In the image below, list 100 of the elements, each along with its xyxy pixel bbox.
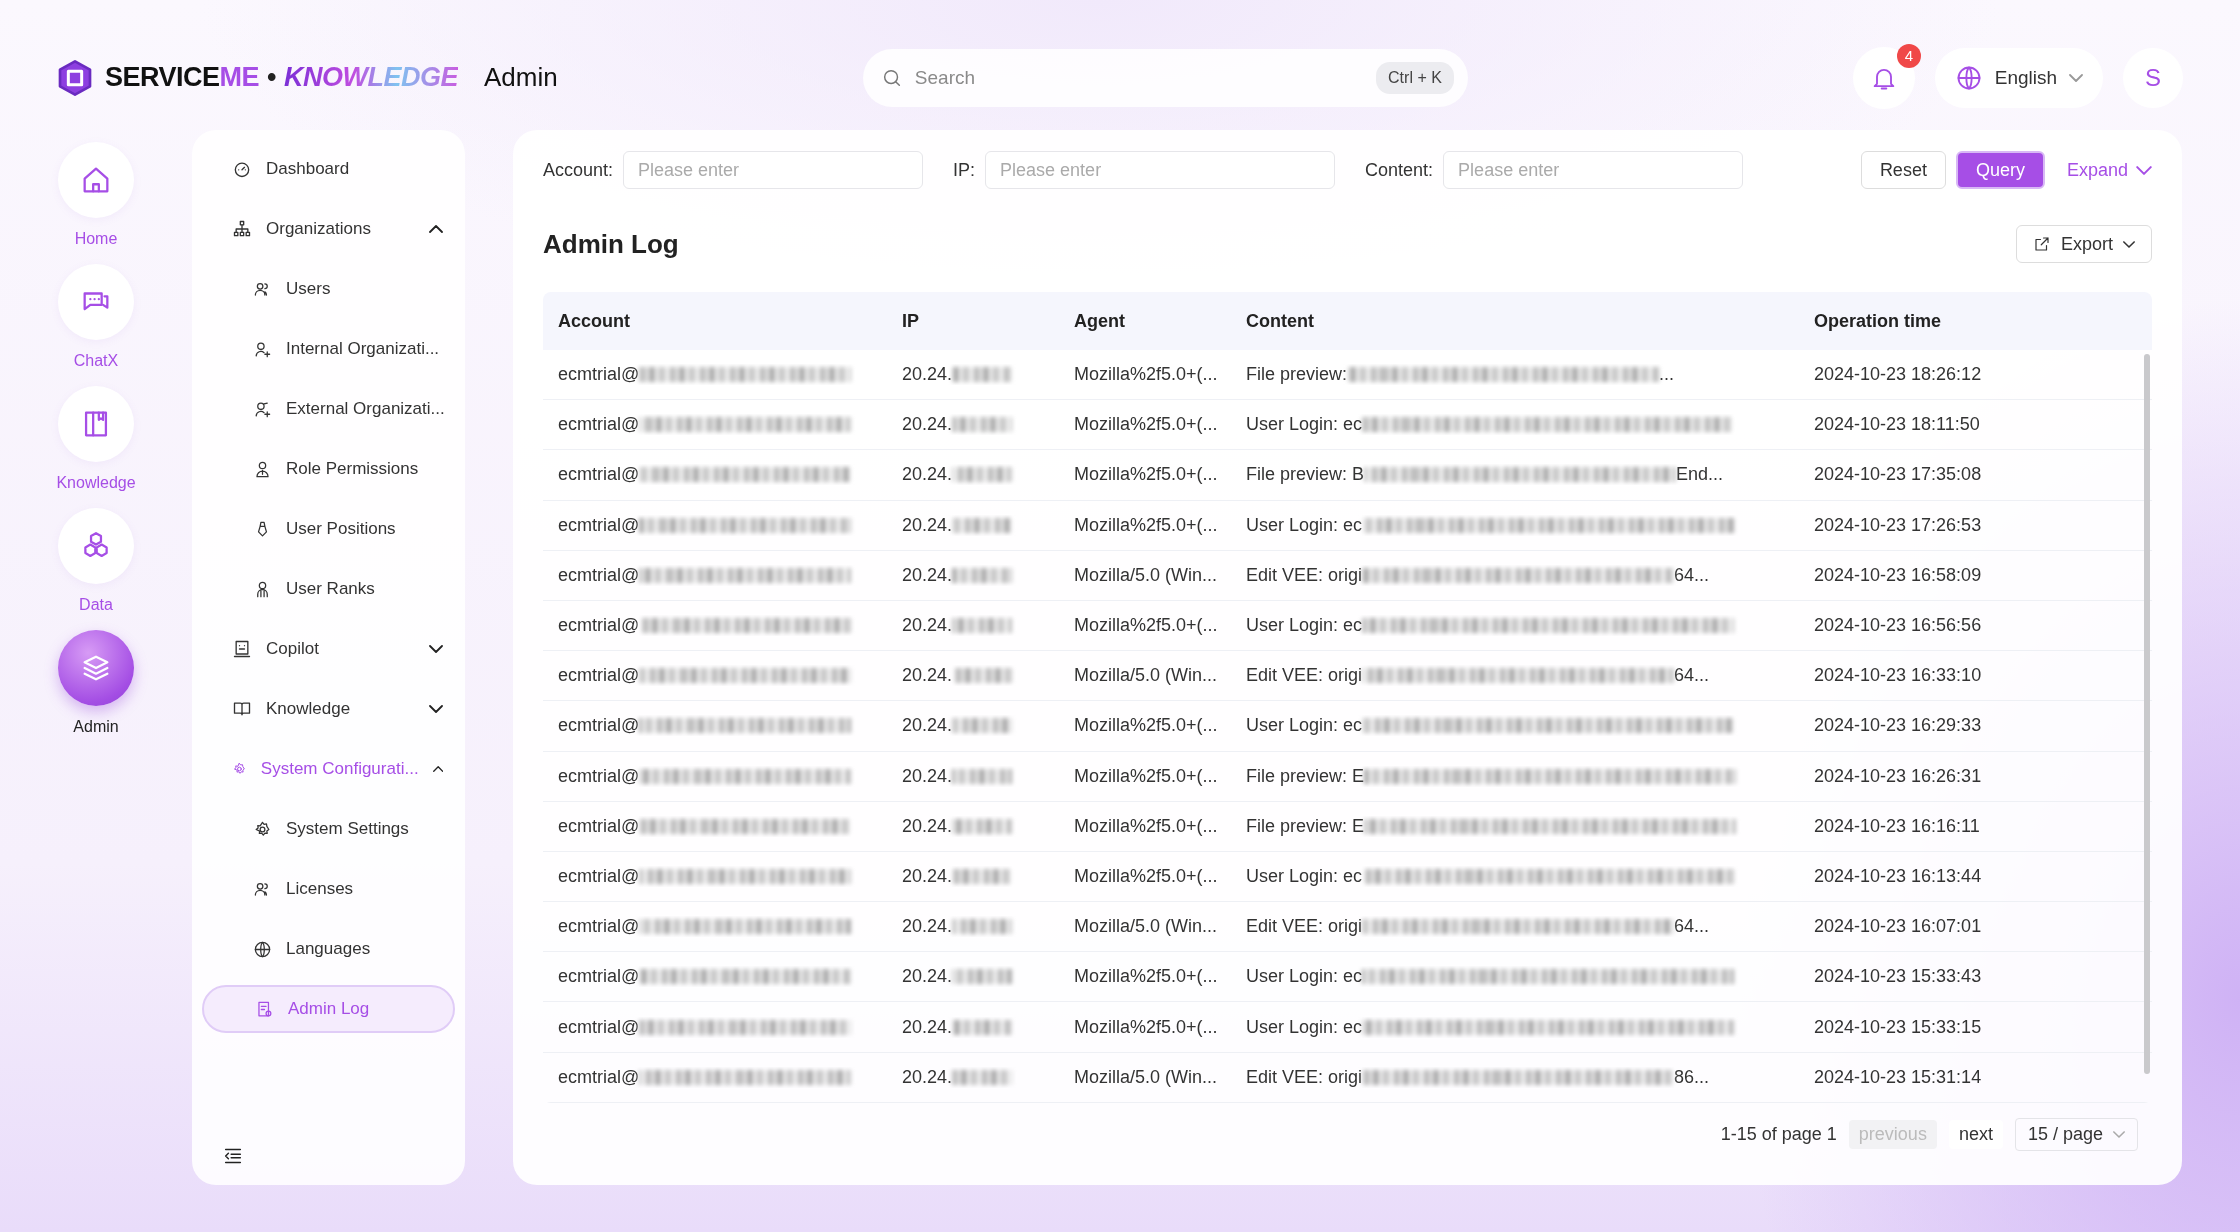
filter-input[interactable]: Please enter: [985, 151, 1336, 189]
table-cell: 20.24.: [902, 364, 953, 386]
table-cell: ecmtrial@: [558, 615, 640, 637]
table-cell: Mozilla%2f5.0+(...: [1074, 815, 1218, 837]
table-cell: User Login: ec: [1246, 1016, 1363, 1038]
user-avatar[interactable]: S: [2123, 47, 2183, 108]
table-cell: ecmtrial@: [558, 464, 640, 486]
table-cell: 2024-10-23 16:56:56: [1814, 615, 1982, 637]
redaction-blur: [952, 618, 1013, 634]
nav-rail-label: Admin: [73, 718, 119, 736]
query-button[interactable]: Query: [1955, 151, 2045, 189]
column-header[interactable]: Content: [1231, 310, 1799, 332]
table-cell: End...: [1676, 464, 1724, 486]
redaction-blur: [952, 1069, 1013, 1085]
chevron-icon: [429, 225, 443, 233]
sidebar-item[interactable]: Users: [202, 259, 455, 319]
filter-input[interactable]: Please enter: [623, 151, 924, 189]
expand-link[interactable]: Expand: [2066, 159, 2152, 181]
table-cell: 2024-10-23 15:31:14: [1814, 1066, 1982, 1088]
table-cell: 20.24.: [902, 615, 953, 637]
redaction-blur: [952, 567, 1013, 583]
sidebar-item[interactable]: System Configurati...: [202, 739, 455, 799]
table-cell: 20.24.: [902, 815, 953, 837]
table-cell: 20.24.: [902, 665, 953, 687]
table-cell: ...: [1659, 364, 1675, 386]
table-cell: User Login: ec: [1246, 414, 1363, 436]
table-cell: 2024-10-23 15:33:15: [1814, 1016, 1982, 1038]
chevron-icon: [429, 645, 443, 653]
language-selector[interactable]: English: [1935, 47, 2103, 108]
sidebar-item[interactable]: User Positions: [202, 499, 455, 559]
redaction-blur: [952, 768, 1013, 784]
column-header[interactable]: Operation time: [1799, 310, 2152, 332]
export-button[interactable]: Export: [2015, 225, 2152, 263]
next-button[interactable]: next: [1948, 1120, 2003, 1150]
sidebar-item[interactable]: Role Permissions: [202, 439, 455, 499]
table-cell: 20.24.: [902, 916, 953, 938]
table-cell: 20.24.: [902, 464, 953, 486]
sidebar-item[interactable]: Admin Log: [202, 985, 455, 1033]
notification-badge: 4: [1897, 43, 1921, 68]
export-icon: [2032, 235, 2051, 253]
table-cell: Edit VEE: origi: [1246, 1066, 1363, 1088]
nav-rail-label: ChatX: [73, 352, 119, 370]
menu-icon: [232, 639, 252, 659]
table-cell: ecmtrial@: [558, 765, 640, 787]
scrollbar[interactable]: [2144, 354, 2150, 1074]
table-cell: 20.24.: [902, 865, 953, 887]
nav-rail-button[interactable]: [58, 630, 134, 706]
table-cell: Mozilla%2f5.0+(...: [1074, 364, 1218, 386]
nav-rail-label: Data: [79, 596, 113, 614]
table-cell: ecmtrial@: [558, 715, 640, 737]
table-cell: ecmtrial@: [558, 564, 640, 586]
search-field[interactable]: Search Ctrl + K: [862, 48, 1468, 107]
table-cell: Edit VEE: origi: [1246, 564, 1363, 586]
table-cell: ecmtrial@: [558, 865, 640, 887]
table-cell: 64...: [1674, 916, 1710, 938]
chevron-icon: [432, 765, 443, 773]
table-cell: 20.24.: [902, 1016, 953, 1038]
column-header[interactable]: Account: [543, 310, 887, 332]
sidebar-item[interactable]: Internal Organizati...: [202, 319, 455, 379]
sidebar-item[interactable]: Dashboard: [202, 139, 455, 199]
menu-icon: [253, 939, 272, 959]
sidebar-item[interactable]: User Ranks: [202, 559, 455, 619]
sidebar-item[interactable]: External Organizati...: [202, 379, 455, 439]
reset-button[interactable]: Reset: [1860, 151, 1946, 189]
table-cell: File preview: B: [1246, 464, 1365, 486]
table-cell: Mozilla%2f5.0+(...: [1074, 865, 1218, 887]
column-header[interactable]: IP: [887, 310, 1059, 332]
sidebar-item[interactable]: Languages: [202, 919, 455, 979]
table-cell: 2024-10-23 16:33:10: [1814, 665, 1982, 687]
redaction-blur: [952, 818, 1013, 834]
table-cell: 20.24.: [902, 765, 953, 787]
sidebar-item[interactable]: Knowledge: [202, 679, 455, 739]
table-cell: 2024-10-23 16:07:01: [1814, 916, 1982, 938]
page-title: Admin Log: [543, 228, 680, 260]
sidebar-item[interactable]: Copilot: [202, 619, 455, 679]
table-cell: Mozilla%2f5.0+(...: [1074, 765, 1218, 787]
page-size-select[interactable]: 15 / page: [2014, 1118, 2138, 1152]
menu-icon: [253, 819, 272, 839]
table-cell: Mozilla%2f5.0+(...: [1074, 715, 1218, 737]
table-cell: ecmtrial@: [558, 815, 640, 837]
redaction-blur: [952, 668, 1013, 684]
redaction-blur: [952, 467, 1013, 483]
redaction-blur: [952, 868, 1013, 884]
table-cell: 20.24.: [902, 414, 953, 436]
sidebar-item[interactable]: Licenses: [202, 859, 455, 919]
column-header[interactable]: Agent: [1059, 310, 1231, 332]
menu-icon: [253, 459, 272, 479]
chevron-icon: [429, 705, 443, 713]
sidebar-item[interactable]: System Settings: [202, 799, 455, 859]
redaction-blur: [952, 367, 1013, 383]
nav-rail-label: Knowledge: [56, 474, 136, 492]
table-cell: Mozilla/5.0 (Win...: [1074, 916, 1218, 938]
table-cell: ecmtrial@: [558, 364, 640, 386]
caret-icon: [2069, 73, 2084, 82]
redaction-blur: [952, 417, 1013, 433]
sidebar-item[interactable]: Organizations: [202, 199, 455, 259]
table-cell: Mozilla%2f5.0+(...: [1074, 414, 1218, 436]
table-cell: File preview: E: [1246, 765, 1365, 787]
table-cell: File preview: E: [1246, 815, 1365, 837]
filter-input[interactable]: Please enter: [1443, 151, 1744, 189]
